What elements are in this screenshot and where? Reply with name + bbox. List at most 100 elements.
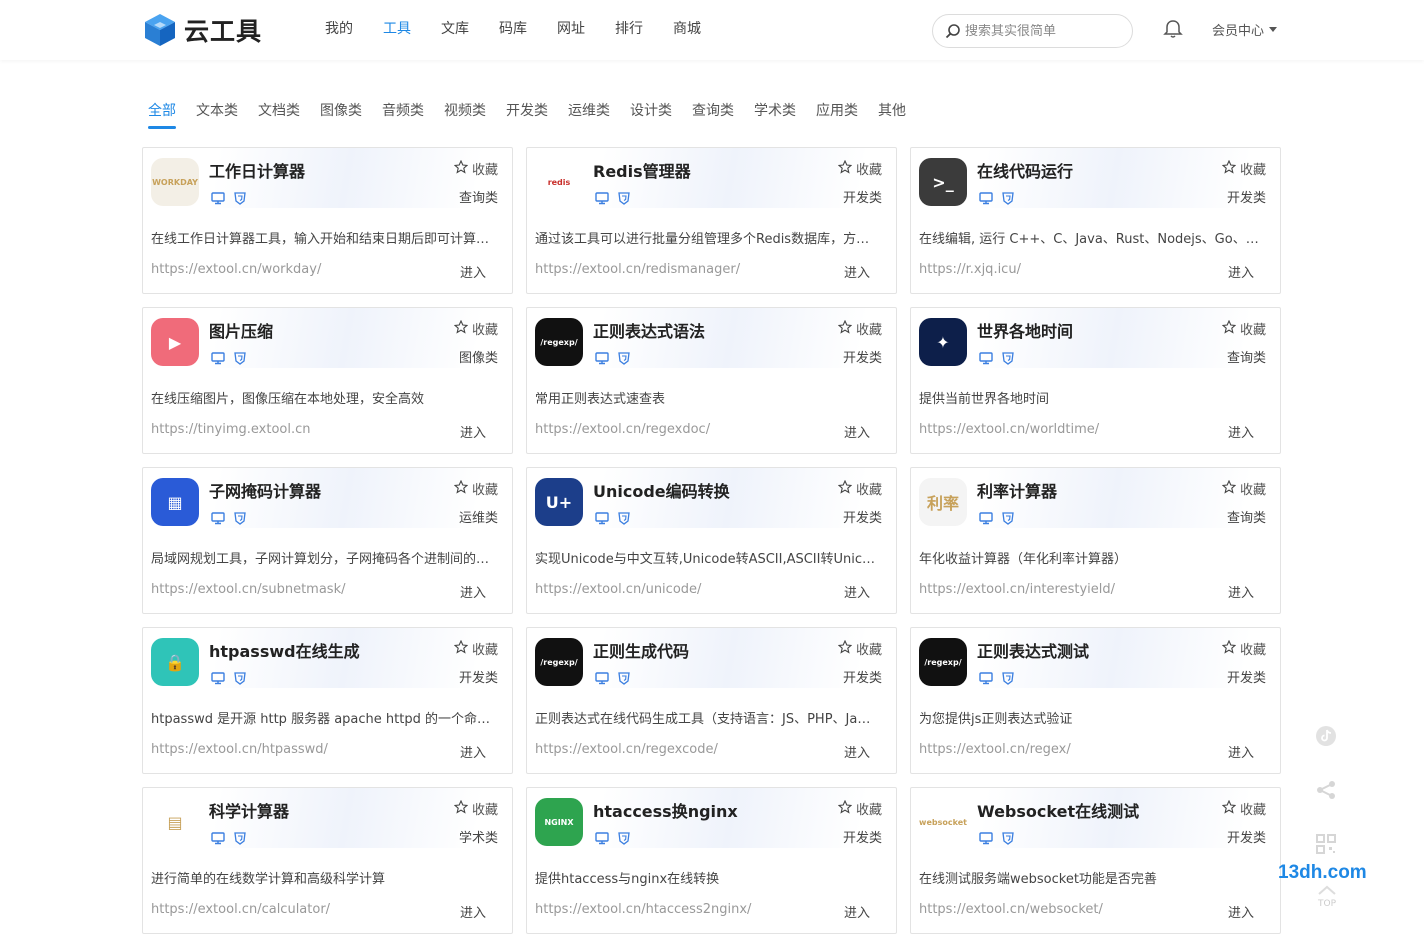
category-tab[interactable]: 文本类 <box>196 100 238 126</box>
tool-title[interactable]: htaccess换nginx <box>593 798 738 822</box>
tool-url[interactable]: https://extool.cn/regexcode/ <box>535 742 815 757</box>
tool-title[interactable]: Redis管理器 <box>593 158 691 182</box>
category-tab[interactable]: 图像类 <box>320 100 362 126</box>
nav-sites[interactable]: 网址 <box>542 0 600 60</box>
tool-card[interactable]: websocket Websocket在线测试 收藏 开发类 在线测试服务端we… <box>910 787 1281 934</box>
enter-link[interactable]: 进入 <box>844 262 870 281</box>
tool-url[interactable]: https://extool.cn/regex/ <box>919 742 1199 757</box>
tool-title[interactable]: htpasswd在线生成 <box>209 638 360 662</box>
tool-url[interactable]: https://extool.cn/htpasswd/ <box>151 742 431 757</box>
tool-title[interactable]: 正则生成代码 <box>593 638 689 662</box>
tool-card[interactable]: redis Redis管理器 收藏 开发类 通过该工具可以进行批量分组管理多个R… <box>526 147 897 294</box>
enter-link[interactable]: 进入 <box>1228 262 1254 281</box>
tool-card[interactable]: >_ 在线代码运行 收藏 开发类 在线编辑, 运行 C++、C、Java、Rus… <box>910 147 1281 294</box>
favorite-button[interactable]: 收藏 <box>837 479 882 498</box>
category-tab[interactable]: 运维类 <box>568 100 610 126</box>
favorite-button[interactable]: 收藏 <box>1221 479 1266 498</box>
tool-card[interactable]: ▦ 子网掩码计算器 收藏 运维类 局域网规划工具，子网计算划分，子网掩码各个进制… <box>142 467 513 614</box>
tool-title[interactable]: 世界各地时间 <box>977 318 1073 342</box>
favorite-button[interactable]: 收藏 <box>453 159 498 178</box>
back-to-top-button[interactable]: TOP <box>1316 884 1338 909</box>
tool-url[interactable]: https://extool.cn/worldtime/ <box>919 422 1199 437</box>
site-logo[interactable]: 云工具 <box>142 12 262 48</box>
favorite-button[interactable]: 收藏 <box>453 799 498 818</box>
tool-url[interactable]: https://tinyimg.extool.cn <box>151 422 431 437</box>
category-tab[interactable]: 查询类 <box>692 100 734 126</box>
enter-link[interactable]: 进入 <box>460 262 486 281</box>
nav-store[interactable]: 商城 <box>658 0 716 60</box>
tool-card[interactable]: /regexp/ 正则表达式测试 收藏 开发类 为您提供js正则表达式验证 ht… <box>910 627 1281 774</box>
tool-title[interactable]: 子网掩码计算器 <box>209 478 321 502</box>
tool-card[interactable]: ▤ 科学计算器 收藏 学术类 进行简单的在线数学计算和高级科学计算 https:… <box>142 787 513 934</box>
favorite-button[interactable]: 收藏 <box>837 639 882 658</box>
enter-link[interactable]: 进入 <box>844 422 870 441</box>
nav-code[interactable]: 码库 <box>484 0 542 60</box>
enter-link[interactable]: 进入 <box>844 742 870 761</box>
share-icon[interactable] <box>1314 778 1338 802</box>
favorite-button[interactable]: 收藏 <box>837 159 882 178</box>
category-tab[interactable]: 视频类 <box>444 100 486 126</box>
tool-card[interactable]: ✦ 世界各地时间 收藏 查询类 提供当前世界各地时间 https://extoo… <box>910 307 1281 454</box>
favorite-button[interactable]: 收藏 <box>453 319 498 338</box>
tool-card[interactable]: U+ Unicode编码转换 收藏 开发类 实现Unicode与中文互转,Uni… <box>526 467 897 614</box>
tool-title[interactable]: 正则表达式语法 <box>593 318 705 342</box>
enter-link[interactable]: 进入 <box>460 902 486 921</box>
tool-title[interactable]: Unicode编码转换 <box>593 478 730 502</box>
tool-url[interactable]: https://extool.cn/calculator/ <box>151 902 431 917</box>
tool-title[interactable]: 利率计算器 <box>977 478 1057 502</box>
tool-url[interactable]: https://extool.cn/subnetmask/ <box>151 582 431 597</box>
tool-card[interactable]: 🔒 htpasswd在线生成 收藏 开发类 htpasswd 是开源 http … <box>142 627 513 774</box>
favorite-button[interactable]: 收藏 <box>837 319 882 338</box>
favorite-button[interactable]: 收藏 <box>1221 799 1266 818</box>
tool-url[interactable]: https://extool.cn/workday/ <box>151 262 431 277</box>
favorite-button[interactable]: 收藏 <box>1221 639 1266 658</box>
tool-card[interactable]: 利率 利率计算器 收藏 查询类 年化收益计算器（年化利率计算器） https:/… <box>910 467 1281 614</box>
tool-card[interactable]: ▶ 图片压缩 收藏 图像类 在线压缩图片，图像压缩在本地处理，安全高效 http… <box>142 307 513 454</box>
tool-title[interactable]: 正则表达式测试 <box>977 638 1089 662</box>
category-tab[interactable]: 音频类 <box>382 100 424 126</box>
category-tab[interactable]: 学术类 <box>754 100 796 126</box>
enter-link[interactable]: 进入 <box>460 422 486 441</box>
category-tab[interactable]: 文档类 <box>258 100 300 126</box>
enter-link[interactable]: 进入 <box>1228 422 1254 441</box>
search-input[interactable] <box>965 23 1125 39</box>
tool-url[interactable]: https://extool.cn/websocket/ <box>919 902 1199 917</box>
favorite-button[interactable]: 收藏 <box>453 479 498 498</box>
tool-title[interactable]: 在线代码运行 <box>977 158 1073 182</box>
enter-link[interactable]: 进入 <box>1228 902 1254 921</box>
tool-url[interactable]: https://extool.cn/redismanager/ <box>535 262 815 277</box>
bell-icon[interactable] <box>1162 18 1184 40</box>
tool-url[interactable]: https://r.xjq.icu/ <box>919 262 1199 277</box>
enter-link[interactable]: 进入 <box>844 582 870 601</box>
tiktok-icon[interactable] <box>1314 724 1338 748</box>
search-icon[interactable] <box>945 23 961 39</box>
category-tab[interactable]: 全部 <box>148 100 176 129</box>
nav-tools[interactable]: 工具 <box>368 0 426 60</box>
tool-title[interactable]: 图片压缩 <box>209 318 273 342</box>
favorite-button[interactable]: 收藏 <box>837 799 882 818</box>
tool-url[interactable]: https://extool.cn/htaccess2nginx/ <box>535 902 815 917</box>
enter-link[interactable]: 进入 <box>1228 742 1254 761</box>
qr-code-icon[interactable] <box>1314 832 1338 856</box>
favorite-button[interactable]: 收藏 <box>1221 159 1266 178</box>
tool-card[interactable]: /regexp/ 正则生成代码 收藏 开发类 正则表达式在线代码生成工具（支持语… <box>526 627 897 774</box>
tool-url[interactable]: https://extool.cn/unicode/ <box>535 582 815 597</box>
tool-title[interactable]: Websocket在线测试 <box>977 798 1139 822</box>
favorite-button[interactable]: 收藏 <box>453 639 498 658</box>
tool-card[interactable]: /regexp/ 正则表达式语法 收藏 开发类 常用正则表达式速查表 https… <box>526 307 897 454</box>
nav-ranking[interactable]: 排行 <box>600 0 658 60</box>
enter-link[interactable]: 进入 <box>460 742 486 761</box>
enter-link[interactable]: 进入 <box>844 902 870 921</box>
nav-library[interactable]: 文库 <box>426 0 484 60</box>
category-tab[interactable]: 开发类 <box>506 100 548 126</box>
enter-link[interactable]: 进入 <box>1228 582 1254 601</box>
tool-card[interactable]: NGINX htaccess换nginx 收藏 开发类 提供htaccess与n… <box>526 787 897 934</box>
category-tab[interactable]: 设计类 <box>630 100 672 126</box>
member-center-menu[interactable]: 会员中心 <box>1212 20 1278 39</box>
tool-url[interactable]: https://extool.cn/regexdoc/ <box>535 422 815 437</box>
category-tab[interactable]: 应用类 <box>816 100 858 126</box>
category-tab[interactable]: 其他 <box>878 100 906 126</box>
tool-title[interactable]: 科学计算器 <box>209 798 289 822</box>
tool-card[interactable]: WORKDAY 工作日计算器 收藏 查询类 在线工作日计算器工具，输入开始和结束… <box>142 147 513 294</box>
tool-url[interactable]: https://extool.cn/interestyield/ <box>919 582 1199 597</box>
